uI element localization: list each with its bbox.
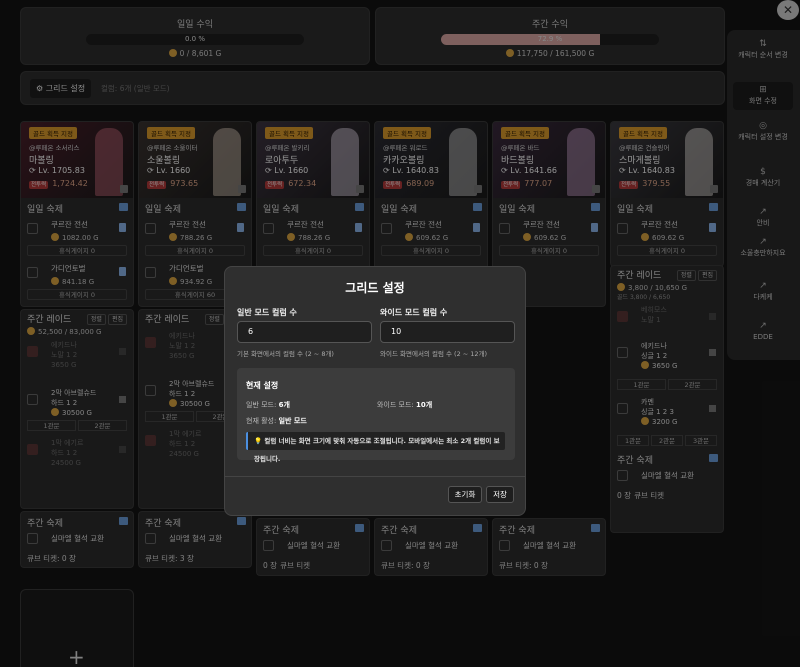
normal-mode-label: 일반 모드 컬럼 수 xyxy=(237,308,297,317)
current-settings-box: 현재 설정 일반 모드: 6개 와이드 모드: 10개 현재 활성: 일반 모드… xyxy=(237,368,515,463)
save-button[interactable]: 저장 xyxy=(486,486,514,503)
modal-divider xyxy=(225,476,525,477)
wide-mode-label: 와이드 모드 컬럼 수 xyxy=(380,308,448,317)
current-settings-title: 현재 설정 xyxy=(246,381,279,390)
reset-button[interactable]: 초기화 xyxy=(448,486,482,503)
grid-settings-modal: 그리드 설정 일반 모드 컬럼 수 6 기본 화면에서의 컬럼 수 (2 ~ 8… xyxy=(224,266,526,516)
modal-title: 그리드 설정 xyxy=(345,281,405,295)
info-note: 💡 컬럼 너비는 화면 크기에 맞춰 자동으로 조절됩니다. 모바일에서는 최소… xyxy=(246,432,505,463)
normal-mode-input[interactable]: 6 xyxy=(237,321,372,343)
wide-mode-hint: 와이드 화면에서의 컬럼 수 (2 ~ 12개) xyxy=(380,350,488,358)
normal-mode-hint: 기본 화면에서의 컬럼 수 (2 ~ 8개) xyxy=(237,350,334,358)
wide-mode-input[interactable]: 10 xyxy=(380,321,515,343)
